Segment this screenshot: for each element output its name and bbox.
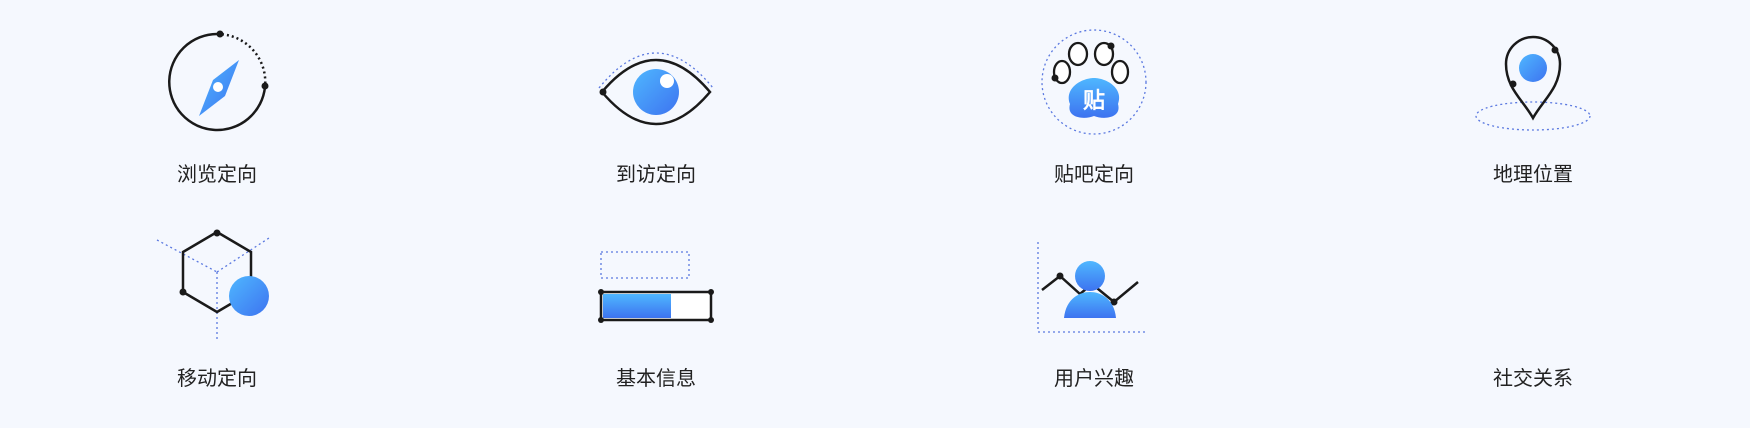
eye-icon	[596, 28, 716, 148]
feature-label: 用户兴趣	[1054, 366, 1134, 390]
feature-label: 到访定向	[616, 162, 696, 186]
feature-label: 浏览定向	[177, 162, 257, 186]
feature-social-relations[interactable]: 社交关系	[1433, 232, 1633, 402]
feature-basic-info[interactable]: 基本信息	[556, 232, 756, 402]
user-interest-chart-icon	[1034, 232, 1154, 352]
paw-icon-text: 贴	[1083, 88, 1105, 114]
social-icon	[1473, 232, 1593, 352]
feature-geo-location[interactable]: 地理位置	[1433, 28, 1633, 198]
feature-label: 移动定向	[177, 366, 257, 390]
compass-icon	[157, 28, 277, 148]
feature-visit-targeting[interactable]: 到访定向	[556, 28, 756, 198]
feature-user-interest[interactable]: 用户兴趣	[994, 232, 1194, 402]
feature-label: 地理位置	[1493, 162, 1573, 186]
feature-label: 贴吧定向	[1054, 162, 1134, 186]
feature-label: 基本信息	[616, 366, 696, 390]
feature-tieba-targeting[interactable]: 贴 贴吧定向	[994, 28, 1194, 198]
feature-grid: 浏览定向 到访定向 贴 贴吧定向 地理位置 移动定向 基本信息 用户兴趣 社交关…	[0, 0, 1750, 428]
feature-mobile-targeting[interactable]: 移动定向	[117, 229, 317, 402]
info-bar-icon	[596, 232, 716, 352]
feature-label: 社交关系	[1493, 366, 1573, 390]
hexagon-device-icon	[156, 229, 277, 352]
location-pin-icon	[1473, 28, 1593, 148]
paw-icon: 贴	[1034, 28, 1154, 148]
feature-browse-targeting[interactable]: 浏览定向	[117, 28, 317, 198]
